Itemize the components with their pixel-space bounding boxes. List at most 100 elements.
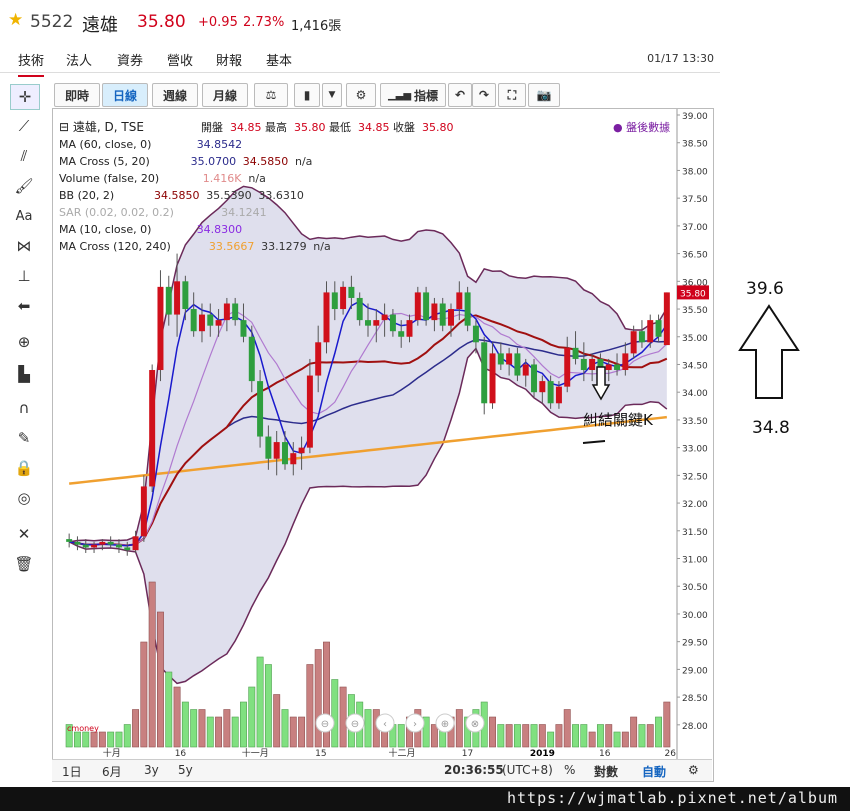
volume-bar (264, 664, 272, 748)
target-high-label: 39.6 (746, 279, 784, 299)
volume-bar (522, 724, 530, 748)
tab-bar: 技術 法人 資券 營收 財報 基本 (0, 44, 720, 77)
lock-icon[interactable]: 🔒 (10, 456, 38, 480)
watermark-bar: https://wjmatlab.pixnet.net/album (0, 787, 850, 811)
price-tick-label: 37.50 (682, 195, 708, 205)
time-axis-label: 16 (599, 749, 611, 759)
candlestick-icon[interactable]: ▮ (294, 83, 320, 107)
candle-body (514, 353, 521, 376)
star-icon[interactable]: ★ (8, 10, 23, 30)
cmoney-logo: cmoney (67, 724, 99, 733)
auto-toggle[interactable]: 自動 (642, 763, 666, 780)
up-arrow-icon (738, 304, 800, 399)
candle-body (174, 281, 181, 315)
indicator-button[interactable]: ▁▃▅ 指標 (380, 83, 446, 107)
price-tick-label: 38.00 (682, 167, 708, 177)
tab-institutional[interactable]: 法人 (66, 50, 92, 69)
redo-icon[interactable]: ↷ (472, 83, 496, 107)
chart-nav-glyph: › (413, 719, 417, 730)
scale-icon[interactable]: ⚖ (254, 83, 288, 107)
tab-revenue[interactable]: 營收 (167, 50, 193, 69)
volume-bar (364, 709, 372, 748)
price-tick-label: 33.00 (682, 445, 708, 455)
volume-bar (455, 709, 463, 748)
candle-body (663, 292, 670, 346)
candle-body (589, 358, 596, 371)
gear-icon[interactable]: ⚙ (346, 83, 376, 107)
time-axis-label: 2019 (530, 749, 555, 759)
text-icon[interactable]: Aa (10, 204, 38, 228)
volume-bar (132, 709, 140, 748)
chart-timezone[interactable]: (UTC+8) (502, 763, 553, 777)
legend-ohlc-label: 最低 (329, 121, 351, 134)
volume-bar (547, 731, 555, 748)
price-tick-label: 31.00 (682, 556, 708, 566)
volume-bar (73, 731, 81, 748)
measure-icon[interactable]: ⊥ (10, 264, 38, 288)
volume-bar (223, 709, 231, 748)
candle-body (522, 364, 529, 376)
range-3y[interactable]: 3y (144, 763, 159, 777)
tab-margin[interactable]: 資券 (117, 50, 143, 69)
fullscreen-icon[interactable]: ⛶ (498, 83, 526, 107)
candle-body (431, 303, 438, 321)
magnet-icon[interactable]: ∩ (10, 396, 38, 420)
crosshair-icon[interactable]: ✛ (10, 84, 40, 110)
interval-daily-button[interactable]: 日線 (102, 83, 148, 107)
range-1d[interactable]: 1日 (62, 763, 82, 780)
arrow-icon[interactable]: ⬅ (10, 294, 38, 318)
volume-bar (107, 731, 115, 748)
after-hours-link[interactable]: ● 盤後數據 (613, 120, 670, 134)
candle-body (464, 292, 471, 326)
price-tick-label: 37.00 (682, 223, 708, 233)
volume-bar (256, 656, 264, 748)
volume-bar (165, 671, 173, 748)
key-candle-annotation: 糾結關鍵K (583, 411, 654, 429)
undo-icon[interactable]: ↶ (448, 83, 472, 107)
volume-bar (638, 724, 646, 748)
chart-area[interactable]: 39.00 38.50 38.00 37.50 37.00 36.50 36.00 35.50… (52, 108, 714, 782)
candle-body (281, 442, 288, 465)
tab-technical[interactable]: 技術 (18, 50, 45, 77)
interval-weekly-button[interactable]: 週線 (152, 83, 198, 107)
candle-body (82, 544, 89, 548)
zoom-icon[interactable]: ⊕ (10, 330, 38, 354)
range-5y[interactable]: 5y (178, 763, 193, 777)
legend-study-label: SAR (0.02, 0.02, 0.2) (59, 206, 174, 219)
pattern-icon[interactable]: ⋈ (10, 234, 38, 258)
volume-bar (123, 724, 131, 748)
volume-bar (314, 649, 322, 748)
last-price-label: 35.80 (680, 289, 706, 299)
candle-body (323, 292, 330, 343)
price-chart[interactable]: 39.0038.5038.0037.5037.0036.5036.0035.50… (53, 109, 713, 759)
log-toggle[interactable]: 對數 (594, 763, 618, 780)
interval-monthly-button[interactable]: 月線 (202, 83, 248, 107)
price-tick-label: 29.50 (682, 639, 708, 649)
quote-datetime: 01/17 13:30 (647, 52, 714, 65)
legend-study-value: 33.6310 (258, 189, 304, 202)
brush-icon[interactable]: 🖌 (10, 174, 38, 198)
line-icon[interactable]: ⟋ (10, 114, 38, 138)
interval-intraday-button[interactable]: 即時 (54, 83, 100, 107)
volume-bar (613, 731, 621, 748)
candle-body (439, 303, 446, 326)
gear-icon[interactable]: ⚙ (688, 763, 699, 777)
tab-basic[interactable]: 基本 (266, 50, 292, 69)
percent-toggle[interactable]: % (564, 763, 575, 777)
stock-name: 遠雄 (82, 15, 118, 36)
dropdown-icon[interactable]: ▼ (322, 83, 342, 107)
volume-bar (90, 731, 98, 748)
fib-icon[interactable]: ⫽ (10, 144, 38, 168)
volume-bar (82, 731, 90, 748)
trash-icon[interactable]: 🗑 (10, 552, 38, 576)
camera-icon[interactable]: 📷 (528, 83, 560, 107)
ruler-icon[interactable]: ▙ (10, 362, 38, 386)
tools-icon[interactable]: ✕ (10, 522, 38, 546)
eye-icon[interactable]: ◎ (10, 486, 38, 510)
volume-bar (605, 724, 613, 748)
tab-financials[interactable]: 財報 (216, 50, 242, 69)
edit-icon[interactable]: ✎ (10, 426, 38, 450)
range-6m[interactable]: 6月 (102, 763, 122, 780)
volume-bar (596, 724, 604, 748)
volume-bar (563, 709, 571, 748)
